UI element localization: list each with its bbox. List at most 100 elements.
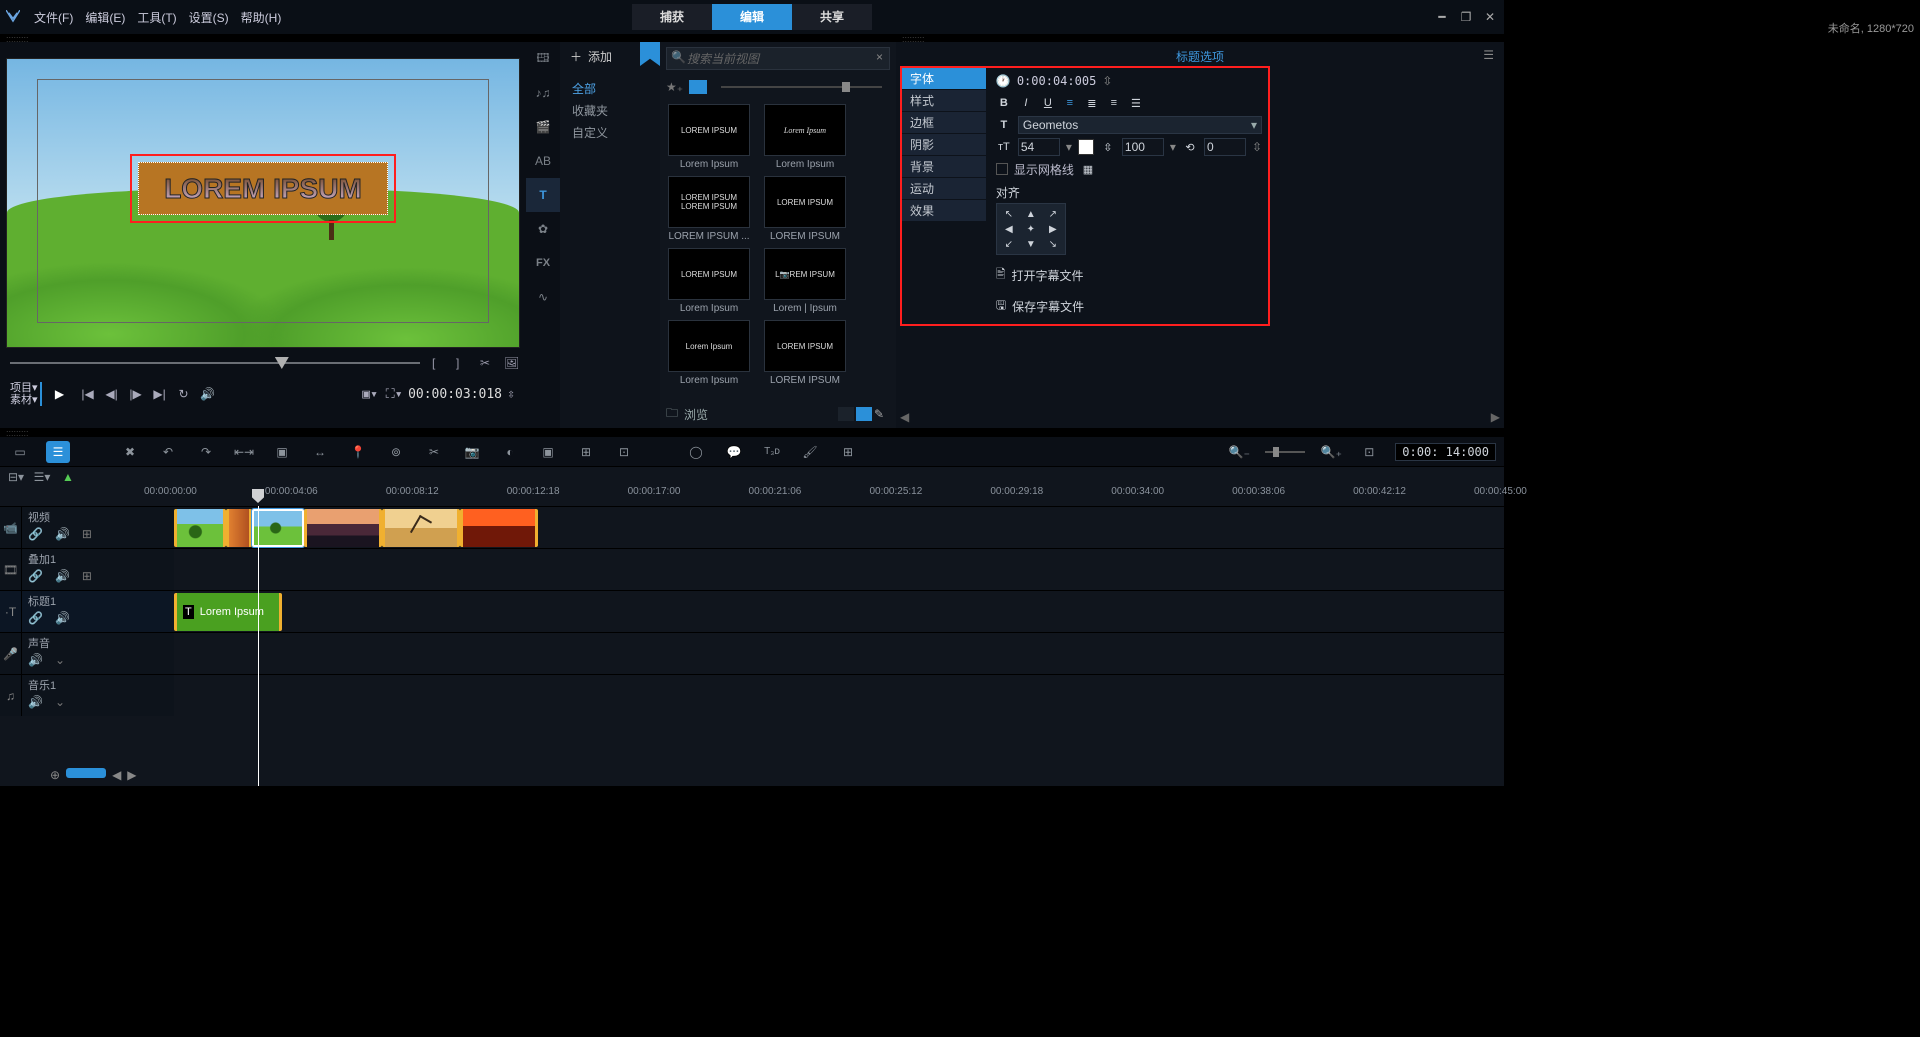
lib-media-icon[interactable]: 🖽 [526, 42, 560, 76]
title-text[interactable]: LOREM IPSUM [164, 173, 362, 205]
redo-icon[interactable]: ↷ [194, 441, 218, 463]
close-icon[interactable]: ✕ [1482, 9, 1498, 25]
lib-audio-icon[interactable]: ♪♫ [526, 76, 560, 110]
cat-favorites[interactable]: 收藏夹 [572, 100, 660, 122]
open-subtitle-button[interactable]: 🖹打开字幕文件 [996, 265, 1262, 286]
sound-track-icon[interactable]: 🎤 [0, 633, 22, 674]
italic-button[interactable]: I [1018, 95, 1034, 111]
menu-edit[interactable]: 编辑(E) [85, 9, 125, 26]
mark-in-icon[interactable]: [ [432, 356, 444, 370]
align-tl[interactable]: ↖ [1001, 208, 1017, 220]
expand-icon[interactable]: ⌄ [55, 695, 65, 709]
subtitle-icon[interactable]: 💬 [722, 441, 746, 463]
align-bc[interactable]: ▼ [1023, 238, 1039, 250]
search-input[interactable]: 搜索当前视图× [666, 47, 890, 70]
menu-help[interactable]: 帮助(H) [241, 9, 282, 26]
paint-icon[interactable]: 🖌 [798, 441, 822, 463]
align-left-button[interactable]: ≡ [1062, 95, 1078, 111]
pan-zoom-icon[interactable]: ⊡ [612, 441, 636, 463]
link-icon[interactable]: 🔗 [28, 611, 43, 625]
menu-file[interactable]: 文件(F) [34, 9, 73, 26]
track-list-icon[interactable]: ☰▾ [34, 470, 50, 484]
panel-grip[interactable]: ::::::::: [0, 428, 1504, 436]
grid-settings-icon[interactable]: ▦ [1080, 161, 1096, 177]
align-center-button[interactable]: ≣ [1084, 95, 1100, 111]
prev-frame-button[interactable]: ◀| [102, 384, 122, 404]
underline-button[interactable]: U [1040, 95, 1056, 111]
add-category-button[interactable]: ＋添加 [570, 48, 612, 65]
overlay-track-icon[interactable]: 🎞 [0, 549, 22, 590]
add-track-icon[interactable]: ⊕ [50, 768, 60, 782]
mute-icon[interactable]: 🔊 [55, 611, 70, 625]
zoom-in-icon[interactable]: 🔍₊ [1319, 441, 1343, 463]
fontsize-input[interactable]: 54 [1018, 138, 1060, 156]
title-preset-thumb[interactable]: LOREM IPSUMLorem Ipsum [668, 248, 750, 314]
menu-tool[interactable]: 工具(T) [137, 9, 176, 26]
save-subtitle-button[interactable]: 🖫保存字幕文件 [996, 296, 1262, 317]
title-bounding-box[interactable]: LOREM IPSUM [130, 154, 396, 223]
timeline-view-icon[interactable]: ☰ [46, 441, 70, 463]
cat-custom[interactable]: 自定义 [572, 122, 660, 144]
leading-input[interactable]: 100 [1122, 138, 1164, 156]
multi-trim-icon[interactable]: ✂ [422, 441, 446, 463]
track-options-icon[interactable]: ⊟▾ [8, 470, 24, 484]
view-toggle-2[interactable] [856, 407, 872, 421]
align-mr[interactable]: ▶ [1045, 223, 1061, 235]
snap-icon[interactable]: ⇤⇥ [232, 441, 256, 463]
title-preset-thumb[interactable]: LOREM IPSUMLOREM IPSUM [764, 320, 846, 386]
lock-icon[interactable]: ⊞ [82, 527, 92, 541]
mode-tab-share[interactable]: 共享 [792, 4, 872, 30]
volume-button[interactable]: 🔊 [198, 384, 218, 404]
mute-icon[interactable]: 🔊 [55, 569, 70, 583]
opt-tab-fx[interactable]: 效果 [902, 200, 986, 222]
playback-target-label[interactable]: 项目▾ 素材▾ [10, 382, 42, 406]
marker-icon[interactable]: 📍 [346, 441, 370, 463]
split-icon[interactable]: ✂ [480, 356, 492, 370]
align-tc[interactable]: ▲ [1023, 208, 1039, 220]
add-favorite-icon[interactable]: ★₊ [666, 80, 683, 94]
undo-icon[interactable]: ↶ [156, 441, 180, 463]
lib-path-icon[interactable]: ∿ [526, 280, 560, 314]
align-right-button[interactable]: ≡ [1106, 95, 1122, 111]
title-preset-thumb[interactable]: Lorem IpsumLorem Ipsum [764, 104, 846, 170]
cat-all[interactable]: 全部 [572, 78, 660, 100]
grid-icon[interactable]: ⊞ [574, 441, 598, 463]
opt-tab-bg[interactable]: 背景 [902, 156, 986, 178]
opt-tab-font[interactable]: 字体 [902, 68, 986, 90]
scroll-left-icon[interactable]: ◀ [900, 410, 909, 424]
thumbnail-size-slider[interactable] [721, 86, 882, 88]
align-ml[interactable]: ◀ [1001, 223, 1017, 235]
scroll-right-icon[interactable]: ▶ [1491, 410, 1500, 424]
video-track-icon[interactable]: 📹 [0, 507, 22, 548]
menu-settings[interactable]: 设置(S) [189, 9, 229, 26]
scroll-left-button[interactable]: ◀ [112, 768, 121, 782]
go-end-button[interactable]: ▶| [150, 384, 170, 404]
zoom-out-icon[interactable]: 🔍₋ [1227, 441, 1251, 463]
link-icon[interactable]: 🔗 [28, 527, 43, 541]
mute-icon[interactable]: 🔊 [28, 653, 43, 667]
showgrid-checkbox[interactable] [996, 163, 1008, 175]
mode-tab-capture[interactable]: 捕获 [632, 4, 712, 30]
snapshot-icon[interactable]: 🖼 [504, 356, 516, 370]
view-toggle-1[interactable] [838, 407, 854, 421]
mark-out-icon[interactable]: ] [456, 356, 468, 370]
h-scrollbar[interactable] [66, 768, 106, 778]
font-dropdown[interactable]: Geometos [1018, 116, 1262, 134]
preview-viewport[interactable]: LOREM IPSUM [6, 58, 520, 348]
bold-button[interactable]: B [996, 95, 1012, 111]
zoom-slider[interactable] [1265, 451, 1305, 453]
lock-icon[interactable]: ⊞ [82, 569, 92, 583]
title-preset-thumb[interactable]: LOREM IPSUMLorem Ipsum [668, 104, 750, 170]
grid-view-icon[interactable] [689, 80, 707, 94]
title-clip[interactable]: TLorem Ipsum [174, 593, 282, 631]
pip-icon[interactable]: ▣ [536, 441, 560, 463]
rotation-input[interactable]: 0 [1204, 138, 1246, 156]
scrub-slider[interactable] [10, 362, 420, 364]
stretch-icon[interactable]: ↔ [308, 441, 332, 463]
color-swatch[interactable] [1078, 139, 1094, 155]
mode-tab-edit[interactable]: 编辑 [712, 4, 792, 30]
music-track-icon[interactable]: ♫ [0, 675, 22, 716]
camera-icon[interactable]: 📷 [460, 441, 484, 463]
opt-tab-style[interactable]: 样式 [902, 90, 986, 112]
panel-grip[interactable]: ::::::::: [0, 34, 1504, 42]
